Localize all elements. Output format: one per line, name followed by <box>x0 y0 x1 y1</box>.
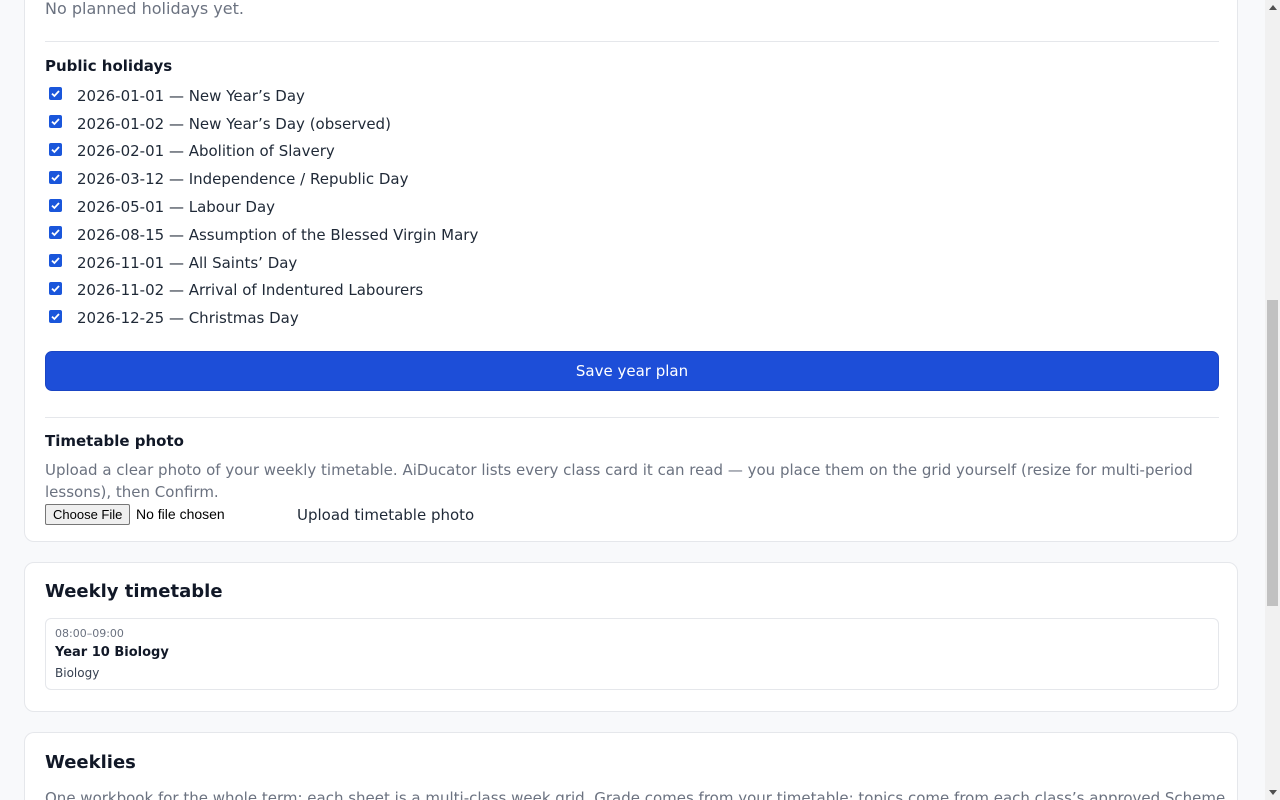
scrollbar-thumb[interactable] <box>1267 300 1278 606</box>
holiday-label: 2026-01-01 — New Year’s Day <box>77 86 305 105</box>
slot-class-name: Year 10 Biology <box>55 645 169 660</box>
check-icon <box>51 146 60 154</box>
divider <box>45 41 1219 42</box>
check-icon <box>51 285 60 293</box>
weeklies-card: Weeklies One workbook for the whole term… <box>24 732 1238 800</box>
planned-holidays-empty-note: No planned holidays yet. <box>45 0 244 18</box>
weekly-timetable-title: Weekly timetable <box>45 581 223 602</box>
holiday-label: 2026-03-12 — Independence / Republic Day <box>77 170 409 189</box>
check-icon <box>51 90 60 98</box>
holiday-checkbox[interactable] <box>49 198 62 212</box>
divider <box>45 417 1219 418</box>
save-year-plan-button[interactable]: Save year plan <box>45 351 1219 391</box>
check-icon <box>51 229 60 237</box>
holiday-item[interactable]: 2026-03-12 — Independence / Republic Day <box>45 165 478 193</box>
holiday-item[interactable]: 2026-12-25 — Christmas Day <box>45 304 478 332</box>
timetable-photo-title: Timetable photo <box>45 432 184 450</box>
holiday-item[interactable]: 2026-11-01 — All Saints’ Day <box>45 249 478 277</box>
holiday-label: 2026-11-01 — All Saints’ Day <box>77 253 298 272</box>
holiday-label: 2026-08-15 — Assumption of the Blessed V… <box>77 225 479 244</box>
holiday-label: 2026-12-25 — Christmas Day <box>77 309 299 328</box>
scroll-up-icon[interactable] <box>1265 0 1280 15</box>
holiday-checkbox[interactable] <box>49 170 62 184</box>
timetable-photo-description: Upload a clear photo of your weekly time… <box>45 461 1193 501</box>
holiday-item[interactable]: 2026-01-01 — New Year’s Day <box>45 82 478 110</box>
check-icon <box>51 201 60 209</box>
holiday-label: 2026-01-02 — New Year’s Day (observed) <box>77 114 391 133</box>
scroll-down-icon[interactable] <box>1265 785 1280 800</box>
weeklies-title: Weeklies <box>45 752 136 773</box>
year-plan-card: No planned holidays yet. Public holidays… <box>24 0 1238 542</box>
holiday-label: 2026-05-01 — Labour Day <box>77 198 276 217</box>
check-icon <box>51 118 60 126</box>
upload-timetable-photo-button[interactable]: Upload timetable photo <box>297 504 474 526</box>
weekly-timetable-card: Weekly timetable 08:00–09:00 Year 10 Bio… <box>24 562 1238 712</box>
check-icon <box>51 257 60 265</box>
holiday-checkbox[interactable] <box>49 87 62 101</box>
holiday-item[interactable]: 2026-08-15 — Assumption of the Blessed V… <box>45 221 478 249</box>
holiday-checkbox[interactable] <box>49 142 62 156</box>
page-scrollbar[interactable] <box>1265 0 1280 800</box>
weeklies-description: One workbook for the whole term: each sh… <box>45 789 1225 800</box>
public-holidays-list: 2026-01-01 — New Year’s Day 2026-01-02 —… <box>45 82 478 332</box>
check-icon <box>51 313 60 321</box>
holiday-label: 2026-11-02 — Arrival of Indentured Labou… <box>77 281 424 300</box>
holiday-checkbox[interactable] <box>49 281 62 295</box>
page: No planned holidays yet. Public holidays… <box>0 0 1280 800</box>
file-status: No file chosen <box>136 506 225 522</box>
check-icon <box>51 174 60 182</box>
holiday-item[interactable]: 2026-11-02 — Arrival of Indentured Labou… <box>45 277 478 305</box>
holiday-checkbox[interactable] <box>49 226 62 240</box>
holiday-item[interactable]: 2026-02-01 — Abolition of Slavery <box>45 138 478 166</box>
holiday-label: 2026-02-01 — Abolition of Slavery <box>77 142 335 161</box>
holiday-checkbox[interactable] <box>49 309 62 323</box>
public-holidays-title: Public holidays <box>45 57 173 75</box>
holiday-item[interactable]: 2026-01-02 — New Year’s Day (observed) <box>45 110 478 138</box>
slot-time: 08:00–09:00 <box>55 627 124 640</box>
slot-subject: Biology <box>55 666 100 680</box>
timetable-slot[interactable]: 08:00–09:00 Year 10 Biology Biology <box>45 618 1219 690</box>
holiday-checkbox[interactable] <box>49 115 62 129</box>
choose-file-button[interactable]: Choose File <box>45 504 131 525</box>
holiday-checkbox[interactable] <box>49 254 62 268</box>
holiday-item[interactable]: 2026-05-01 — Labour Day <box>45 193 478 221</box>
